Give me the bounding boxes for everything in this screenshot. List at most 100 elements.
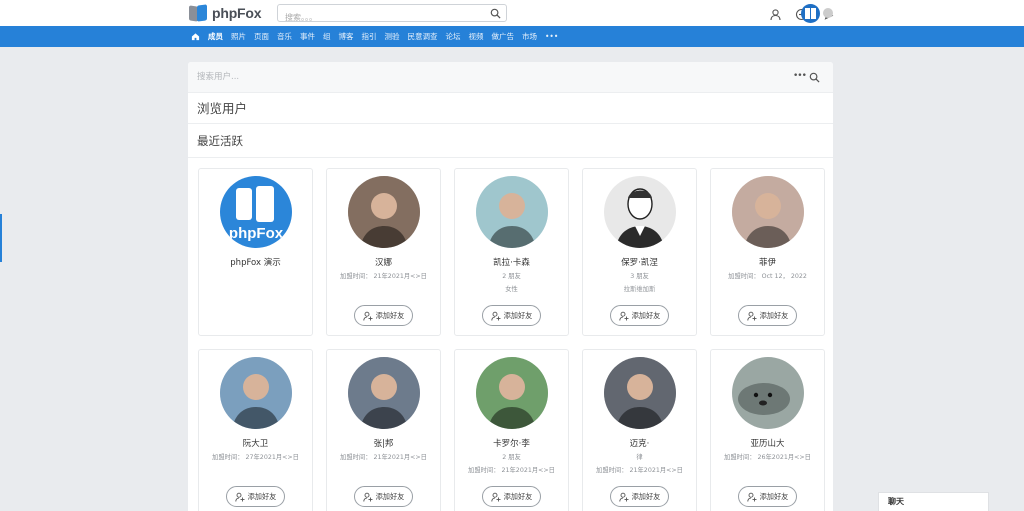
- add-friend-icon: [362, 311, 373, 321]
- user-name[interactable]: phpFox 演示: [199, 256, 312, 268]
- add-friend-button[interactable]: 添加好友: [354, 305, 413, 326]
- add-friend-button[interactable]: 添加好友: [482, 486, 541, 507]
- account-menu-chevron-icon[interactable]: [823, 8, 833, 18]
- nav-item[interactable]: •••: [541, 26, 562, 47]
- avatar[interactable]: [348, 357, 420, 429]
- add-friend-icon: [362, 492, 373, 502]
- user-card[interactable]: 菲伊加盟时间： Oct 12， 2022 添加好友: [710, 168, 825, 336]
- add-friend-button[interactable]: 添加好友: [738, 305, 797, 326]
- avatar[interactable]: phpFox: [220, 176, 292, 248]
- avatar[interactable]: [220, 357, 292, 429]
- nav-item[interactable]: 论坛: [442, 26, 465, 47]
- phpfox-logo-icon: [189, 4, 209, 22]
- nav-item[interactable]: 测验: [381, 26, 404, 47]
- add-friend-label: 添加好友: [631, 310, 661, 320]
- chat-dock[interactable]: 聊天: [878, 492, 989, 511]
- add-friend-button[interactable]: 添加好友: [610, 305, 669, 326]
- user-name[interactable]: 卡罗尔·李: [455, 437, 568, 449]
- global-search-input[interactable]: [278, 9, 478, 26]
- global-search[interactable]: [277, 4, 507, 26]
- add-friend-icon: [618, 492, 629, 502]
- add-friend-label: 添加好友: [759, 491, 789, 501]
- nav-item[interactable]: 视频: [465, 26, 488, 47]
- nav-item[interactable]: 成员: [204, 26, 227, 47]
- site-logo[interactable]: phpFox: [189, 4, 262, 22]
- add-friend-icon: [490, 492, 501, 502]
- user-card[interactable]: 张|邦加盟时间： 21年2021月<>日添加好友: [326, 349, 441, 511]
- logo-text: phpFox: [212, 5, 262, 21]
- user-card[interactable]: 阮大卫加盟时间： 27年2021月<>日添加好友: [198, 349, 313, 511]
- user-card[interactable]: 迈克· 律加盟时间： 21年2021月<>日添加好友: [582, 349, 697, 511]
- add-friend-label: 添加好友: [375, 491, 405, 501]
- add-friend-icon: [234, 492, 245, 502]
- nav-item[interactable]: 组: [319, 26, 335, 47]
- user-name[interactable]: 张|邦: [327, 437, 440, 449]
- add-friend-button[interactable]: 添加好友: [226, 486, 285, 507]
- main-nav: 成员 照片 页面 音乐 事件组博客 指引 测验 民意调查 论坛 视频 做广告 市场 •••: [0, 26, 1024, 47]
- user-name[interactable]: 阮大卫: [199, 437, 312, 449]
- user-card[interactable]: 卡罗尔·李 2 朋友 加盟时间： 21年2021月<>日 添加好友: [454, 349, 569, 511]
- user-meta: 加盟时间： 26年2021月<>日: [724, 454, 811, 461]
- user-name[interactable]: 保罗·凯涅: [583, 256, 696, 268]
- more-options-icon[interactable]: •••: [793, 71, 807, 81]
- user-name[interactable]: 迈克·: [583, 437, 696, 449]
- nav-item[interactable]: 页面: [250, 26, 273, 47]
- add-friend-button[interactable]: 添加好友: [482, 305, 541, 326]
- user-name[interactable]: 菲伊: [711, 256, 824, 268]
- svg-text:phpFox: phpFox: [229, 225, 284, 242]
- add-friend-icon: [746, 311, 757, 321]
- avatar[interactable]: [348, 176, 420, 248]
- add-friend-button[interactable]: 添加好友: [738, 486, 797, 507]
- user-meta: 2 朋友: [502, 454, 521, 461]
- user-meta: 加盟时间： 21年2021月<>日: [596, 467, 683, 474]
- avatar[interactable]: [476, 176, 548, 248]
- add-friend-label: 添加好友: [375, 310, 405, 320]
- user-meta: 加盟时间： 21年2021月<>日: [340, 454, 427, 461]
- add-friend-icon: [618, 311, 629, 321]
- user-name[interactable]: 汉娜: [327, 256, 440, 268]
- nav-item[interactable]: 做广告: [488, 26, 519, 47]
- user-meta: 3 朋友: [630, 273, 649, 280]
- user-avatar[interactable]: [801, 4, 820, 23]
- add-friend-icon: [490, 311, 501, 321]
- user-meta: 律: [636, 454, 643, 461]
- add-friend-label: 添加好友: [759, 310, 789, 320]
- user-card[interactable]: phpFox phpFox 演示: [198, 168, 313, 336]
- nav-item[interactable]: 指引: [358, 26, 381, 47]
- user-search-input[interactable]: [197, 70, 597, 84]
- user-meta: 加盟时间： Oct 12， 2022: [728, 273, 807, 280]
- user-meta: 加盟时间： 27年2021月<>日: [212, 454, 299, 461]
- nav-item[interactable]: 照片: [227, 26, 250, 47]
- browse-users-panel: ••• 浏览用户 最近活跃 phpFox phpFox 演示 汉娜加盟时间： 21年…: [188, 62, 833, 511]
- search-icon[interactable]: [490, 8, 501, 19]
- avatar[interactable]: [476, 357, 548, 429]
- section-heading: 最近活跃: [188, 124, 833, 158]
- side-indicator: [0, 214, 2, 262]
- avatar[interactable]: [604, 357, 676, 429]
- add-friend-icon: [746, 492, 757, 502]
- nav-item[interactable]: 事件: [296, 26, 319, 47]
- add-friend-button[interactable]: 添加好友: [354, 486, 413, 507]
- nav-item[interactable]: 市场: [518, 26, 541, 47]
- search-icon[interactable]: [809, 72, 820, 83]
- nav-item[interactable]: 民意调查: [404, 26, 442, 47]
- home-icon[interactable]: [188, 26, 202, 47]
- add-friend-label: 添加好友: [503, 491, 533, 501]
- user-card[interactable]: 凯拉·卡森 2 朋友 女性 添加好友: [454, 168, 569, 336]
- nav-item[interactable]: 博客: [335, 26, 358, 47]
- user-meta: 女性: [505, 286, 518, 293]
- page-title: 浏览用户: [188, 93, 833, 124]
- friend-requests-icon[interactable]: [769, 6, 782, 21]
- add-friend-button[interactable]: 添加好友: [610, 486, 669, 507]
- user-name[interactable]: 亚历山大: [711, 437, 824, 449]
- user-card[interactable]: 保罗·凯涅 3 朋友 拉斯维加斯 添加好友: [582, 168, 697, 336]
- user-card[interactable]: 汉娜 加盟时间： 21年2021月<>日 添加好友: [326, 168, 441, 336]
- avatar[interactable]: [732, 176, 804, 248]
- avatar[interactable]: [732, 357, 804, 429]
- add-friend-label: 添加好友: [631, 491, 661, 501]
- user-name[interactable]: 凯拉·卡森: [455, 256, 568, 268]
- user-card[interactable]: 亚历山大加盟时间： 26年2021月<>日添加好友: [710, 349, 825, 511]
- nav-item[interactable]: 音乐: [273, 26, 296, 47]
- user-search-bar: •••: [188, 62, 833, 93]
- avatar[interactable]: [604, 176, 676, 248]
